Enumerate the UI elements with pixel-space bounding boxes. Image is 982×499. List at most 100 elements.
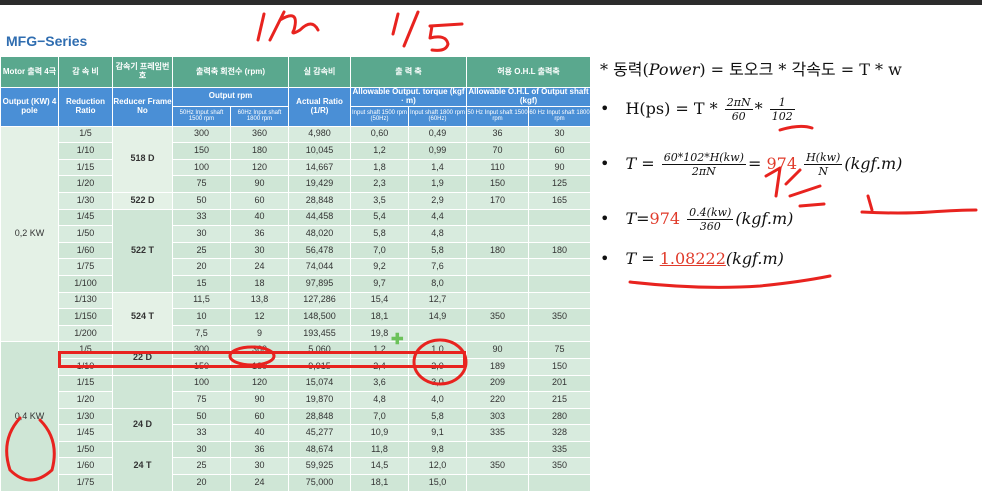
- ink-stroke: [391, 12, 400, 36]
- data-cell: [528, 258, 590, 276]
- data-cell: 40: [229, 424, 290, 442]
- data-cell: 148,500: [288, 308, 352, 326]
- table-row: 1/75 20 24 75,000 18,1 15,0: [1, 474, 590, 492]
- data-cell: 150: [172, 357, 231, 376]
- data-cell: 15,074: [288, 374, 352, 393]
- data-cell: 9,7: [350, 274, 410, 293]
- data-cell: 14,667: [288, 158, 352, 177]
- ratio-cell: 1/50: [58, 225, 113, 243]
- ratio-cell: 1/5: [58, 341, 113, 359]
- power-var: Power: [648, 60, 700, 79]
- data-cell: 90: [528, 158, 590, 177]
- data-cell: 12,0: [408, 457, 468, 476]
- frame-cell: [112, 374, 173, 409]
- data-cell: 127,286: [288, 291, 352, 310]
- data-cell: 30: [172, 225, 231, 243]
- table-row: 0,2 KW 1/5 518 D 300 360 4,980 0,60 0,49 36 30: [0, 125, 590, 343]
- data-cell: 48,674: [288, 440, 352, 459]
- data-cell: [466, 258, 530, 276]
- data-cell: 4,0: [408, 391, 468, 409]
- data-cell: 60: [229, 407, 290, 426]
- table-row: 1/45 33 40 45,277 10,9 9,1 335 328: [1, 424, 590, 442]
- data-cell: 300: [172, 125, 231, 144]
- data-cell: 11,8: [350, 440, 410, 459]
- series-title: MFG−Series: [6, 33, 88, 49]
- data-cell: 0,49: [408, 125, 468, 144]
- data-cell: 3,5: [350, 191, 410, 210]
- data-cell: 0,60: [350, 125, 410, 144]
- data-cell: 10,045: [288, 142, 352, 160]
- data-cell: 209: [466, 374, 530, 393]
- data-cell: 300: [172, 341, 231, 359]
- data-cell: 4,8: [408, 225, 468, 243]
- bullet: •: [600, 249, 610, 268]
- data-cell: [466, 324, 530, 343]
- data-cell: 2,3: [350, 175, 410, 193]
- data-cell: 1,0: [408, 341, 468, 359]
- data-cell: 15,4: [350, 291, 410, 310]
- t2-unit: (kgf.m): [735, 209, 794, 228]
- table-row: 1/15 100 120 15,074 3,6 3,0 209 201: [1, 374, 590, 409]
- data-cell: 180: [229, 357, 290, 376]
- data-cell: 8,0: [408, 274, 468, 293]
- data-cell: 4,980: [288, 125, 352, 144]
- ratio-cell: 1/50: [58, 440, 113, 459]
- data-cell: [528, 291, 590, 310]
- data-cell: 19,870: [288, 391, 352, 409]
- formula-hps: • H(ps) = T * 2πN 60 * 1 102: [600, 96, 795, 123]
- data-cell: 165: [528, 191, 590, 210]
- data-cell: [466, 440, 530, 459]
- data-cell: 90: [229, 391, 290, 409]
- data-cell: 5,8: [408, 241, 468, 260]
- ratio-cell: 1/20: [58, 391, 113, 409]
- ratio-cell: 1/75: [58, 258, 113, 276]
- data-cell: 30: [229, 457, 290, 476]
- data-cell: 20: [172, 258, 231, 276]
- data-cell: 193,455: [288, 324, 352, 343]
- power-label: * 동력(: [600, 60, 649, 79]
- data-cell: [466, 291, 530, 310]
- data-cell: 5,060: [288, 341, 352, 359]
- ink-stroke: [256, 12, 266, 42]
- data-cell: 33: [172, 424, 231, 442]
- col-ratio-en: Reduction Ratio: [58, 87, 113, 127]
- table-row: 1/45 522 T 33 40 44,458 5,4 4,4: [1, 208, 590, 293]
- data-cell: 14,5: [350, 457, 410, 476]
- data-cell: 56,478: [288, 241, 352, 260]
- data-cell: 12: [229, 308, 290, 326]
- data-cell: 25: [172, 457, 231, 476]
- col-output-rpm: 출력축 회전수 (rpm): [171, 56, 290, 88]
- data-cell: [408, 324, 468, 343]
- data-cell: 4,4: [408, 208, 468, 227]
- col-frame: 감속기 프레임번호: [112, 56, 173, 88]
- frame-cell: 24 T: [112, 440, 173, 492]
- power-rest: ) = 토오크 * 각속도 = T * w: [699, 60, 902, 79]
- data-cell: 33: [172, 208, 231, 227]
- table-row: 1/15 100 120 14,667 1,8 1,4 110 90: [1, 158, 590, 177]
- ratio-cell: 1/20: [58, 175, 113, 193]
- ratio-cell: 1/100: [58, 274, 113, 293]
- sub-50hz-rpm: 50Hz Input shaft 1500 rpm: [172, 105, 231, 127]
- col-frame-en: Reducer Frame No: [112, 87, 173, 127]
- data-cell: 50: [172, 407, 231, 426]
- data-cell: 303: [466, 407, 530, 426]
- t-frac1: 60*102*H(kw) 2πN: [661, 151, 746, 178]
- t-frac2: H(kw) N: [804, 151, 843, 178]
- hps-left: H(ps) = T *: [625, 99, 718, 118]
- data-cell: 350: [466, 457, 530, 476]
- data-cell: 170: [466, 191, 530, 210]
- ratio-cell: 1/5: [58, 125, 113, 144]
- data-cell: 74,044: [288, 258, 352, 276]
- bullet: •: [600, 99, 610, 118]
- data-cell: 7,0: [350, 241, 410, 260]
- frame-cell: 518 D: [112, 125, 173, 193]
- table-row: 1/50 24 T 30 36 48,674 11,8 9,8 335: [1, 440, 590, 492]
- data-cell: 7,6: [408, 258, 468, 276]
- data-cell: 75: [172, 391, 231, 409]
- data-cell: 180: [528, 241, 590, 260]
- table-row: 1/20 75 90 19,429 2,3 1,9 150 125: [1, 175, 590, 193]
- data-cell: 18,1: [350, 308, 410, 326]
- t2-left: T=: [625, 209, 650, 228]
- col-torque-en: Allowable Output. torque (kgf · m): [350, 87, 468, 107]
- data-cell: 9,915: [288, 357, 352, 376]
